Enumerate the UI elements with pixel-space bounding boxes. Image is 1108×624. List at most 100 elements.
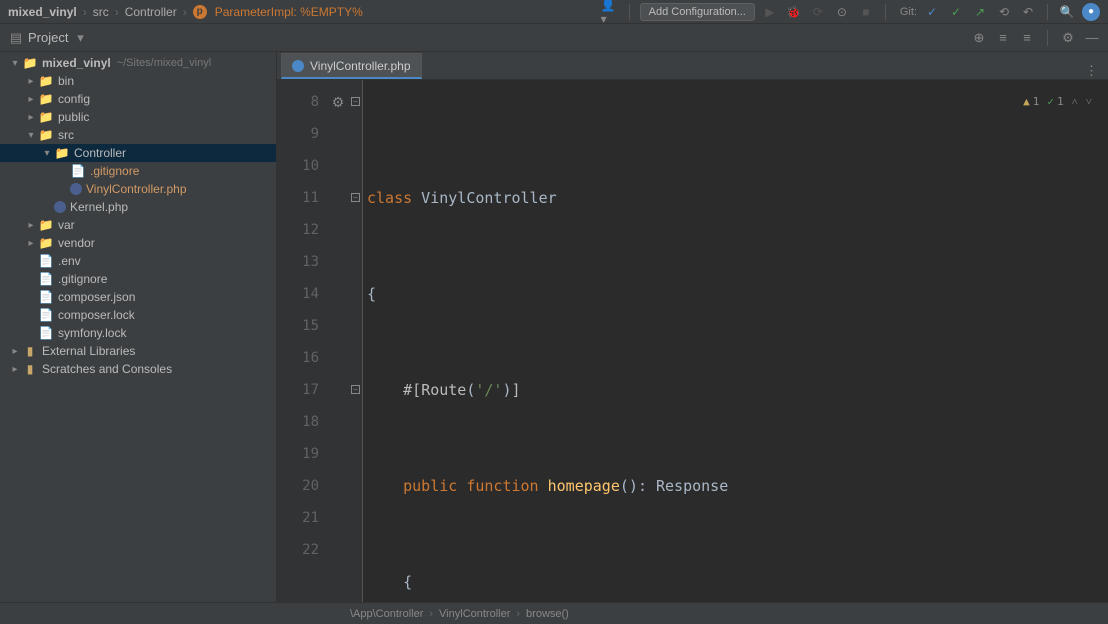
breadcrumb-root[interactable]: mixed_vinyl bbox=[8, 5, 77, 19]
prev-highlight-icon[interactable]: ˄ bbox=[1072, 86, 1078, 118]
divider bbox=[1047, 30, 1048, 46]
expand-icon[interactable]: ≡ bbox=[995, 30, 1011, 46]
inspection-widget[interactable]: 1 1 ˄ ˅ bbox=[1017, 84, 1098, 120]
chevron-right-icon[interactable]: ▸ bbox=[24, 220, 38, 231]
fold-marker-icon[interactable]: − bbox=[351, 385, 360, 394]
code-editor[interactable]: 1 1 ˄ ˅ class VinylController { #[Route(… bbox=[363, 80, 1108, 602]
code-line[interactable]: #[Route('/')] bbox=[363, 374, 1108, 406]
breadcrumb-class[interactable]: VinylController bbox=[439, 608, 510, 620]
git-history-icon[interactable]: ⟲ bbox=[995, 3, 1013, 21]
tree-label: var bbox=[58, 218, 75, 232]
code-line[interactable]: { bbox=[363, 566, 1108, 598]
tree-folder-config[interactable]: ▸ 📁 config bbox=[0, 90, 276, 108]
line-number[interactable]: 10 bbox=[277, 150, 319, 182]
next-highlight-icon[interactable]: ˅ bbox=[1086, 86, 1092, 118]
code-line[interactable]: class VinylController bbox=[363, 182, 1108, 214]
folder-icon: 📁 bbox=[38, 128, 54, 142]
stop-icon[interactable]: ■ bbox=[857, 3, 875, 21]
tree-folder-vendor[interactable]: ▸ 📁 vendor bbox=[0, 234, 276, 252]
debug-icon[interactable]: 🐞 bbox=[785, 3, 803, 21]
locate-icon[interactable]: ⊕ bbox=[971, 30, 987, 46]
class-gutter-icon[interactable]: ⚙ bbox=[327, 86, 349, 118]
breadcrumb-src[interactable]: src bbox=[93, 5, 109, 19]
editor-menu-icon[interactable]: ⋮ bbox=[1075, 63, 1108, 79]
hide-icon[interactable]: — bbox=[1084, 30, 1100, 46]
project-tree[interactable]: ▾ 📁 mixed_vinyl ~/Sites/mixed_vinyl ▸ 📁 … bbox=[0, 52, 277, 602]
line-number[interactable]: 15 bbox=[277, 310, 319, 342]
breadcrumb-namespace[interactable]: \App\Controller bbox=[350, 608, 423, 620]
chevron-down-icon[interactable]: ▾ bbox=[40, 148, 54, 159]
avatar[interactable]: ● bbox=[1082, 3, 1100, 21]
tree-root[interactable]: ▾ 📁 mixed_vinyl ~/Sites/mixed_vinyl bbox=[0, 54, 276, 72]
tree-file-gitignore[interactable]: 📄 .gitignore bbox=[0, 162, 276, 180]
project-tool-icon[interactable]: ▤ bbox=[8, 30, 24, 46]
tree-file-vinylcontroller[interactable]: VinylController.php bbox=[0, 180, 276, 198]
tree-external-libraries[interactable]: ▸ ▮ External Libraries bbox=[0, 342, 276, 360]
chevron-down-icon[interactable]: ▾ bbox=[24, 130, 38, 141]
tree-file-composer-lock[interactable]: 📄 composer.lock bbox=[0, 306, 276, 324]
coverage-icon[interactable]: ⟳ bbox=[809, 3, 827, 21]
line-number[interactable]: 22 bbox=[277, 534, 319, 566]
line-number[interactable]: 16 bbox=[277, 342, 319, 374]
chevron-right-icon[interactable]: ▸ bbox=[8, 346, 22, 357]
tree-folder-controller[interactable]: ▾ 📁 Controller bbox=[0, 144, 276, 162]
tree-folder-src[interactable]: ▾ 📁 src bbox=[0, 126, 276, 144]
chevron-right-icon[interactable]: ▸ bbox=[24, 238, 38, 249]
warning-badge[interactable]: 1 bbox=[1023, 86, 1039, 118]
line-number[interactable]: 8 bbox=[277, 86, 319, 118]
code-line[interactable]: { bbox=[363, 278, 1108, 310]
tree-folder-var[interactable]: ▸ 📁 var bbox=[0, 216, 276, 234]
tree-file-composer-json[interactable]: 📄 composer.json bbox=[0, 288, 276, 306]
line-number[interactable]: 20 bbox=[277, 470, 319, 502]
git-update-icon[interactable]: ✓ bbox=[923, 3, 941, 21]
tree-label: Controller bbox=[74, 146, 126, 160]
git-push-icon[interactable]: ↗ bbox=[971, 3, 989, 21]
tree-file-gitignore-root[interactable]: 📄 .gitignore bbox=[0, 270, 276, 288]
line-number[interactable]: 9 bbox=[277, 118, 319, 150]
fold-marker-icon[interactable]: − bbox=[351, 193, 360, 202]
tree-folder-bin[interactable]: ▸ 📁 bin bbox=[0, 72, 276, 90]
breadcrumb-parameter[interactable]: ParameterImpl: %EMPTY% bbox=[215, 5, 363, 19]
line-number[interactable]: 18 bbox=[277, 406, 319, 438]
line-number[interactable]: 11 bbox=[277, 182, 319, 214]
line-number[interactable]: 13 bbox=[277, 246, 319, 278]
line-number-gutter[interactable]: 8 9 10 11 12 13 14 15 16 17 18 19 20 21 … bbox=[277, 80, 327, 602]
user-icon[interactable]: 👤▾ bbox=[601, 3, 619, 21]
fold-marker-icon[interactable]: − bbox=[351, 97, 360, 106]
tree-scratches[interactable]: ▸ ▮ Scratches and Consoles bbox=[0, 360, 276, 378]
chevron-down-icon[interactable]: ▾ bbox=[8, 58, 22, 69]
chevron-right-icon[interactable]: ▸ bbox=[8, 364, 22, 375]
code-line[interactable]: public function homepage(): Response bbox=[363, 470, 1108, 502]
chevron-right-icon[interactable]: ▸ bbox=[24, 76, 38, 87]
settings-icon[interactable]: ⚙ bbox=[1060, 30, 1076, 46]
tree-file-symfony-lock[interactable]: 📄 symfony.lock bbox=[0, 324, 276, 342]
profile-icon[interactable]: ⊙ bbox=[833, 3, 851, 21]
search-icon[interactable]: 🔍 bbox=[1058, 3, 1076, 21]
line-number[interactable]: 21 bbox=[277, 502, 319, 534]
chevron-right-icon: › bbox=[429, 608, 433, 620]
fold-gutter[interactable]: − − − bbox=[349, 80, 363, 602]
run-icon[interactable]: ▶ bbox=[761, 3, 779, 21]
tree-folder-public[interactable]: ▸ 📁 public bbox=[0, 108, 276, 126]
tree-label: Scratches and Consoles bbox=[42, 362, 172, 376]
line-number[interactable]: 14 bbox=[277, 278, 319, 310]
tree-file-kernel[interactable]: Kernel.php bbox=[0, 198, 276, 216]
line-number[interactable]: 19 bbox=[277, 438, 319, 470]
tree-file-env[interactable]: 📄 .env bbox=[0, 252, 276, 270]
chevron-right-icon[interactable]: ▸ bbox=[24, 94, 38, 105]
breadcrumb-function[interactable]: browse() bbox=[526, 608, 569, 620]
dropdown-icon[interactable]: ▾ bbox=[72, 30, 88, 46]
collapse-icon[interactable]: ≡ bbox=[1019, 30, 1035, 46]
file-icon: 📄 bbox=[38, 254, 54, 268]
editor-tab-vinylcontroller[interactable]: VinylController.php bbox=[281, 53, 422, 79]
chevron-right-icon[interactable]: ▸ bbox=[24, 112, 38, 123]
tree-label: Kernel.php bbox=[70, 200, 128, 214]
line-number[interactable]: 17 bbox=[277, 374, 319, 406]
ok-badge[interactable]: 1 bbox=[1047, 86, 1063, 118]
git-revert-icon[interactable]: ↶ bbox=[1019, 3, 1037, 21]
project-panel-title[interactable]: Project bbox=[28, 30, 68, 45]
add-configuration-button[interactable]: Add Configuration... bbox=[640, 3, 755, 21]
git-commit-icon[interactable]: ✓ bbox=[947, 3, 965, 21]
breadcrumb-controller[interactable]: Controller bbox=[125, 5, 177, 19]
line-number[interactable]: 12 bbox=[277, 214, 319, 246]
